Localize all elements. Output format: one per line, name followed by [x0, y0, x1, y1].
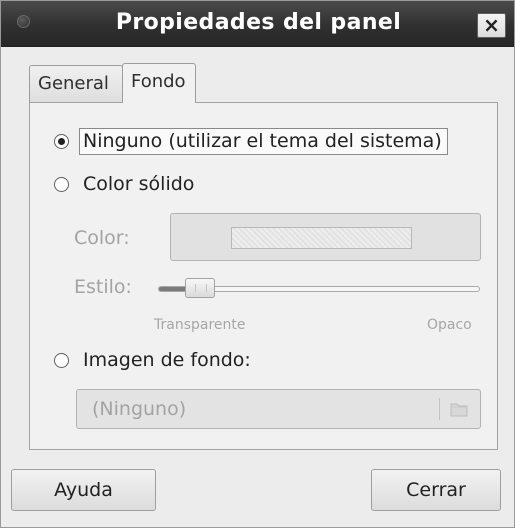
solid-color-label: Color sólido: [83, 173, 195, 195]
style-label: Estilo:: [74, 276, 132, 298]
folder-icon: [450, 403, 468, 417]
transparent-scale-label: Transparente: [154, 317, 246, 333]
close-button-label: Cerrar: [406, 479, 466, 501]
window-titlebar[interactable]: Propiedades del panel ×: [1, 1, 514, 47]
background-image-file-value: (Ninguno): [92, 398, 187, 420]
background-image-option[interactable]: Imagen de fondo:: [54, 346, 251, 374]
help-button[interactable]: Ayuda: [11, 469, 156, 511]
style-slider-thumb[interactable]: [185, 278, 215, 298]
color-swatch: [231, 227, 412, 249]
help-button-label: Ayuda: [54, 479, 113, 501]
tab-general[interactable]: General: [29, 65, 123, 103]
background-tab-panel: Ninguno (utilizar el tema del sistema) C…: [29, 102, 498, 450]
none-background-option[interactable]: Ninguno (utilizar el tema del sistema): [54, 127, 448, 155]
tab-fondo[interactable]: Fondo: [122, 63, 196, 103]
close-icon: ×: [483, 13, 500, 37]
close-button[interactable]: Cerrar: [371, 469, 501, 511]
none-background-radio[interactable]: [54, 133, 69, 149]
solid-color-radio[interactable]: [54, 176, 69, 192]
window-title: Propiedades del panel: [115, 10, 402, 35]
background-image-file-chooser[interactable]: (Ninguno): [76, 389, 481, 429]
window-menu-orb-icon[interactable]: [17, 15, 30, 28]
background-image-label: Imagen de fondo:: [83, 349, 251, 371]
tab-general-label: General: [38, 73, 109, 94]
background-image-radio[interactable]: [54, 352, 69, 368]
file-chooser-divider: [439, 398, 440, 420]
panel-properties-window: Propiedades del panel × General Fondo Ni…: [0, 0, 515, 528]
none-background-label: Ninguno (utilizar el tema del sistema): [79, 127, 448, 155]
solid-color-option[interactable]: Color sólido: [54, 170, 194, 198]
opaque-scale-label: Opaco: [427, 317, 472, 333]
color-picker-button[interactable]: [170, 213, 481, 261]
tab-fondo-label: Fondo: [131, 71, 186, 92]
color-label: Color:: [74, 227, 130, 249]
window-close-button[interactable]: ×: [477, 13, 506, 38]
